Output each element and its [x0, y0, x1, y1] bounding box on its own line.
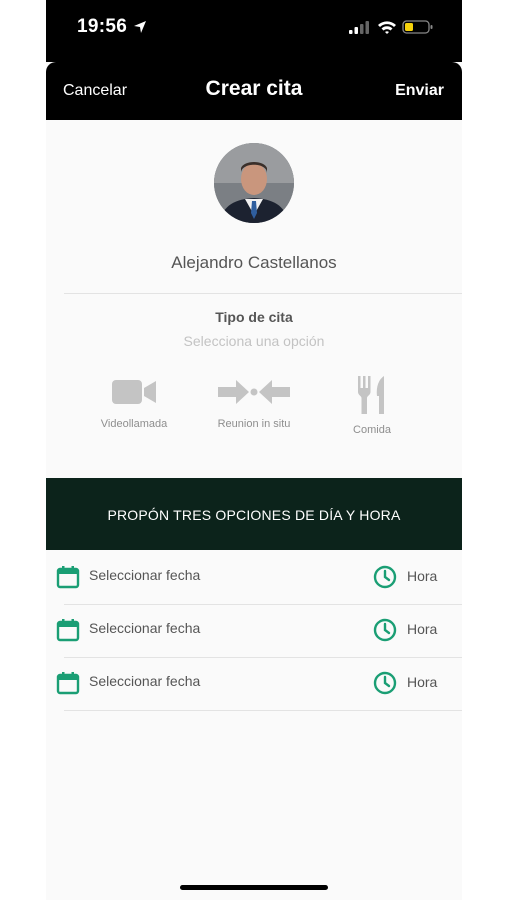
banner-text: PROPÓN TRES OPCIONES DE DÍA Y HORA: [107, 507, 401, 523]
contact-name: Alejandro Castellanos: [171, 253, 337, 272]
location-arrow-icon: [134, 21, 146, 33]
calendar-icon[interactable]: [56, 565, 80, 589]
option-videollamada[interactable]: Videollamada: [74, 374, 194, 430]
slot-row-2: Seleccionar fecha Hora: [46, 604, 462, 657]
select-date-field[interactable]: Seleccionar fecha: [89, 673, 200, 689]
appointment-type-label: Tipo de cita: [215, 309, 293, 325]
cellular-signal-icon: [349, 21, 369, 34]
phone-screen: 19:56 Cancelar Crear cita Enviar Alejand…: [46, 0, 462, 900]
option-label: Comida: [353, 424, 391, 436]
send-button[interactable]: Enviar: [395, 82, 444, 100]
calendar-icon[interactable]: [56, 671, 80, 695]
wifi-icon: [378, 21, 396, 34]
select-time-field[interactable]: Hora: [407, 674, 437, 690]
status-time: 19:56: [77, 16, 128, 37]
option-reunion-in-situ[interactable]: Reunion in situ: [194, 374, 314, 430]
proposal-banner: PROPÓN TRES OPCIONES DE DÍA Y HORA: [46, 478, 462, 550]
status-bar: 19:56: [46, 0, 462, 62]
slot-row-3: Seleccionar fecha Hora: [46, 657, 462, 710]
calendar-icon[interactable]: [56, 618, 80, 642]
clock-icon[interactable]: [373, 565, 397, 589]
option-label: Reunion in situ: [217, 418, 291, 430]
contact-photo-icon: [214, 143, 294, 223]
select-time-field[interactable]: Hora: [407, 621, 437, 637]
navigation-bar: Cancelar Crear cita Enviar: [46, 62, 462, 120]
clock-icon[interactable]: [373, 671, 397, 695]
divider: [64, 710, 462, 711]
meeting-arrows-icon: [218, 380, 290, 404]
divider: [64, 293, 462, 294]
slot-row-1: Seleccionar fecha Hora: [46, 551, 462, 604]
appointment-type-placeholder: Selecciona una opción: [183, 333, 325, 349]
option-comida[interactable]: Comida: [312, 374, 432, 436]
clock-icon[interactable]: [373, 618, 397, 642]
select-time-field[interactable]: Hora: [407, 568, 437, 584]
video-camera-icon: [112, 380, 156, 404]
select-date-field[interactable]: Seleccionar fecha: [89, 620, 200, 636]
fork-knife-icon: [358, 376, 384, 414]
home-indicator[interactable]: [180, 885, 328, 890]
battery-icon: [402, 20, 433, 34]
option-label: Videollamada: [100, 418, 168, 430]
select-date-field[interactable]: Seleccionar fecha: [89, 567, 200, 583]
avatar: [214, 143, 294, 223]
